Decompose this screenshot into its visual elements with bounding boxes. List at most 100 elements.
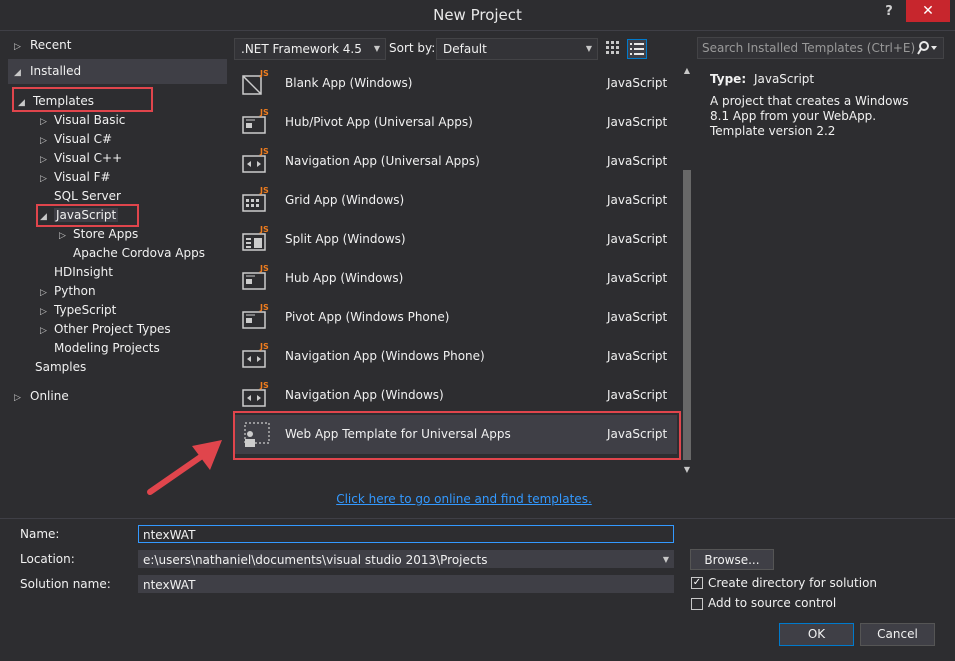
- tree-item-label: Store Apps: [73, 227, 139, 241]
- annotation-arrow: [140, 430, 240, 500]
- tree-item-apache-cordova[interactable]: Apache Cordova Apps: [73, 244, 205, 263]
- tree-item-installed[interactable]: ◢ Installed: [14, 62, 81, 81]
- template-name: Pivot App (Windows Phone): [285, 310, 450, 324]
- annotation-box-templates: [12, 87, 153, 112]
- tree-item-label: Recent: [30, 38, 72, 52]
- expand-icon: ▷: [59, 231, 66, 241]
- dropdown-arrow-icon: ▼: [662, 555, 669, 564]
- create-directory-checkbox[interactable]: ✓: [691, 577, 703, 589]
- grid-view-icon[interactable]: [604, 39, 622, 57]
- svg-text:JS: JS: [259, 342, 269, 351]
- search-templates-input[interactable]: Search Installed Templates (Ctrl+E): [697, 37, 944, 59]
- template-language: JavaScript: [607, 115, 668, 129]
- sort-label: Sort by:: [389, 41, 436, 55]
- template-name: Navigation App (Windows Phone): [285, 349, 485, 363]
- svg-text:JS: JS: [259, 225, 269, 234]
- dropdown-arrow-icon: ▼: [373, 44, 380, 53]
- create-directory-label: Create directory for solution: [708, 576, 878, 590]
- tree-item-visual-basic[interactable]: ▷ Visual Basic: [40, 111, 125, 130]
- svg-text:JS: JS: [259, 264, 269, 273]
- annotation-box-javascript: [36, 204, 139, 227]
- tree-item-online[interactable]: ▷ Online: [14, 387, 69, 406]
- tree-item-label: Python: [54, 284, 96, 298]
- navigation-app-icon: JS: [241, 146, 271, 176]
- framework-select[interactable]: .NET Framework 4.5 ▼: [234, 38, 386, 60]
- navigation-app-icon: JS: [241, 341, 271, 371]
- tree-item-visual-csharp[interactable]: ▷ Visual C#: [40, 130, 112, 149]
- annotation-box-web-app-template: [233, 411, 681, 460]
- template-name: Navigation App (Windows): [285, 388, 444, 402]
- tree-item-python[interactable]: ▷ Python: [40, 282, 96, 301]
- scroll-down-icon[interactable]: ▼: [682, 465, 692, 474]
- pivot-app-icon: JS: [241, 302, 271, 332]
- template-language: JavaScript: [607, 76, 668, 90]
- tree-item-store-apps[interactable]: ▷ Store Apps: [59, 225, 138, 244]
- help-button[interactable]: ?: [880, 2, 898, 22]
- sort-select-value: Default: [443, 42, 487, 56]
- blank-app-icon: JS: [241, 68, 271, 98]
- split-app-icon: JS: [241, 224, 271, 254]
- location-select[interactable]: e:\users\nathaniel\documents\visual stud…: [138, 550, 674, 568]
- close-button[interactable]: ✕: [906, 0, 950, 22]
- expand-icon: ▷: [40, 326, 47, 336]
- template-row[interactable]: JS Split App (Windows) JavaScript: [233, 220, 677, 259]
- scrollbar-thumb[interactable]: [683, 170, 691, 460]
- tree-item-label: Installed: [30, 64, 82, 78]
- tree-item-label: HDInsight: [54, 265, 113, 279]
- template-row[interactable]: JS Navigation App (Universal Apps) JavaS…: [233, 142, 677, 181]
- browse-button[interactable]: Browse...: [690, 549, 774, 570]
- tree-item-label: Visual C++: [54, 151, 123, 165]
- solution-name-input[interactable]: ntexWAT: [138, 575, 674, 593]
- svg-text:JS: JS: [259, 147, 269, 156]
- template-name: Grid App (Windows): [285, 193, 405, 207]
- template-language: JavaScript: [607, 388, 668, 402]
- svg-text:JS: JS: [259, 108, 269, 117]
- solution-name-label: Solution name:: [20, 577, 111, 591]
- name-input[interactable]: ntexWAT: [138, 525, 674, 543]
- search-icon[interactable]: [917, 39, 939, 60]
- sort-select[interactable]: Default ▼: [436, 38, 598, 60]
- svg-text:JS: JS: [259, 186, 269, 195]
- template-name: Blank App (Windows): [285, 76, 413, 90]
- dropdown-arrow-icon: ▼: [585, 44, 592, 53]
- grid-app-icon: JS: [241, 185, 271, 215]
- list-view-icon[interactable]: [627, 39, 647, 59]
- cancel-button[interactable]: Cancel: [860, 623, 935, 646]
- template-name: Navigation App (Universal Apps): [285, 154, 480, 168]
- tree-item-visual-fsharp[interactable]: ▷ Visual F#: [40, 168, 111, 187]
- search-placeholder: Search Installed Templates (Ctrl+E): [702, 41, 916, 55]
- tree-item-label: SQL Server: [54, 189, 121, 203]
- tree-item-label: Online: [30, 389, 69, 403]
- ok-button[interactable]: OK: [779, 623, 854, 646]
- add-source-control-checkbox[interactable]: [691, 598, 703, 610]
- online-templates-link[interactable]: Click here to go online and find templat…: [234, 490, 694, 508]
- tree-item-modeling-projects[interactable]: Modeling Projects: [54, 339, 160, 358]
- template-row[interactable]: JS Pivot App (Windows Phone) JavaScript: [233, 298, 677, 337]
- template-language: JavaScript: [607, 349, 668, 363]
- tree-item-other-project-types[interactable]: ▷ Other Project Types: [40, 320, 171, 339]
- template-row[interactable]: JS Hub App (Windows) JavaScript: [233, 259, 677, 298]
- location-label: Location:: [20, 552, 75, 566]
- expand-icon: ▷: [14, 42, 21, 52]
- template-row[interactable]: JS Grid App (Windows) JavaScript: [233, 181, 677, 220]
- expand-icon: ▷: [14, 393, 21, 403]
- tree-item-samples[interactable]: Samples: [35, 358, 86, 377]
- scroll-up-icon[interactable]: ▲: [682, 66, 692, 75]
- template-language: JavaScript: [607, 193, 668, 207]
- template-language: JavaScript: [607, 232, 668, 246]
- tree-item-hdinsight[interactable]: HDInsight: [54, 263, 113, 282]
- template-row[interactable]: JS Hub/Pivot App (Universal Apps) JavaSc…: [233, 103, 677, 142]
- details-pane: Type: JavaScript A project that creates …: [700, 64, 945, 494]
- template-row[interactable]: JS Blank App (Windows) JavaScript: [233, 64, 677, 103]
- tree-item-recent[interactable]: ▷ Recent: [14, 36, 71, 55]
- tree-item-label: Visual F#: [54, 170, 111, 184]
- name-label: Name:: [20, 527, 60, 541]
- type-value: JavaScript: [753, 72, 815, 86]
- template-row[interactable]: JS Navigation App (Windows Phone) JavaSc…: [233, 337, 677, 376]
- navigation-app-icon: JS: [241, 380, 271, 410]
- type-label: Type:: [710, 72, 747, 86]
- tree-item-label: Modeling Projects: [54, 341, 160, 355]
- tree-item-typescript[interactable]: ▷ TypeScript: [40, 301, 116, 320]
- template-row[interactable]: JS Navigation App (Windows) JavaScript: [233, 376, 677, 415]
- tree-item-visual-cpp[interactable]: ▷ Visual C++: [40, 149, 122, 168]
